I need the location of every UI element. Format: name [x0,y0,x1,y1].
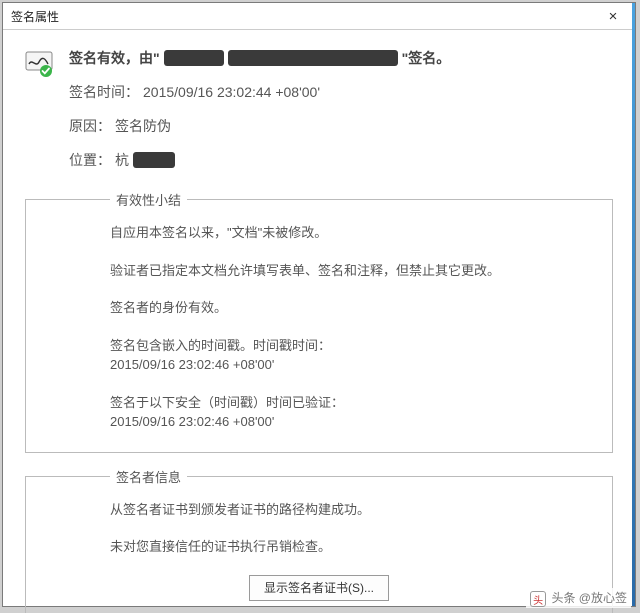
validity-summary-group: 有效性小结 自应用本签名以来，"文档"未被修改。 验证者已指定本文档允许填写表单… [25,190,613,453]
watermark-text: 头条 @放心签 [551,591,627,605]
time-value: 2015/09/16 23:02:44 +08'00' [143,84,320,100]
toutiao-logo-icon: 头 [530,591,546,607]
redacted-signer-1 [164,50,224,66]
dialog-body: 签名有效，由" "签名。 签名时间： 2015/09/16 23:02:44 +… [3,30,635,613]
validity-line-3: 签名者的身份有效。 [110,298,592,318]
time-label: 签名时间： [69,82,139,102]
valid-prefix: 签名有效，由" [69,48,160,68]
signature-header-lines: 签名有效，由" "签名。 签名时间： 2015/09/16 23:02:44 +… [69,48,613,184]
verified-time-label: 签名于以下安全（时间戳）时间已验证： [110,395,344,410]
watermark: 头 头条 @放心签 [526,588,631,608]
timestamp-value: 2015/09/16 23:02:46 +08'00' [110,357,274,372]
signature-valid-icon [25,50,53,78]
redacted-location [133,152,175,168]
titlebar: 签名属性 × [3,3,635,30]
right-edge-decoration [632,3,635,606]
signer-line-1: 从签名者证书到颁发者证书的路径构建成功。 [110,500,592,520]
window-title: 签名属性 [11,8,59,25]
reason-line: 原因： 签名防伪 [69,116,613,136]
location-value: 杭 [115,150,129,170]
validity-line-1: 自应用本签名以来，"文档"未被修改。 [110,223,592,243]
location-label: 位置： [69,150,111,170]
reason-value: 签名防伪 [115,116,171,136]
valid-suffix: "签名。 [402,48,451,68]
close-icon[interactable]: × [591,3,635,29]
show-signer-cert-button[interactable]: 显示签名者证书(S)... [249,575,389,601]
signer-line-2: 未对您直接信任的证书执行吊销检查。 [110,537,592,557]
validity-line-5: 签名于以下安全（时间戳）时间已验证： 2015/09/16 23:02:46 +… [110,393,592,432]
location-line: 位置： 杭 [69,150,613,170]
verified-time-value: 2015/09/16 23:02:46 +08'00' [110,414,274,429]
signature-valid-line: 签名有效，由" "签名。 [69,48,613,68]
signature-summary: 签名有效，由" "签名。 签名时间： 2015/09/16 23:02:44 +… [25,48,613,184]
validity-line-2: 验证者已指定本文档允许填写表单、签名和注释，但禁止其它更改。 [110,261,592,281]
reason-label: 原因： [69,116,111,136]
cert-button-row: 显示签名者证书(S)... [46,575,592,601]
validity-legend: 有效性小结 [110,190,187,209]
signer-legend: 签名者信息 [110,467,187,486]
signer-info-group: 签名者信息 从签名者证书到颁发者证书的路径构建成功。 未对您直接信任的证书执行吊… [25,467,613,613]
timestamp-label: 签名包含嵌入的时间戳。时间戳时间： [110,338,331,353]
validity-line-4: 签名包含嵌入的时间戳。时间戳时间： 2015/09/16 23:02:46 +0… [110,336,592,375]
signing-time-line: 签名时间： 2015/09/16 23:02:44 +08'00' [69,82,613,102]
redacted-signer-2 [228,50,398,66]
dialog-window: 签名属性 × 签名有效，由" "签名。 签名 [2,2,636,607]
